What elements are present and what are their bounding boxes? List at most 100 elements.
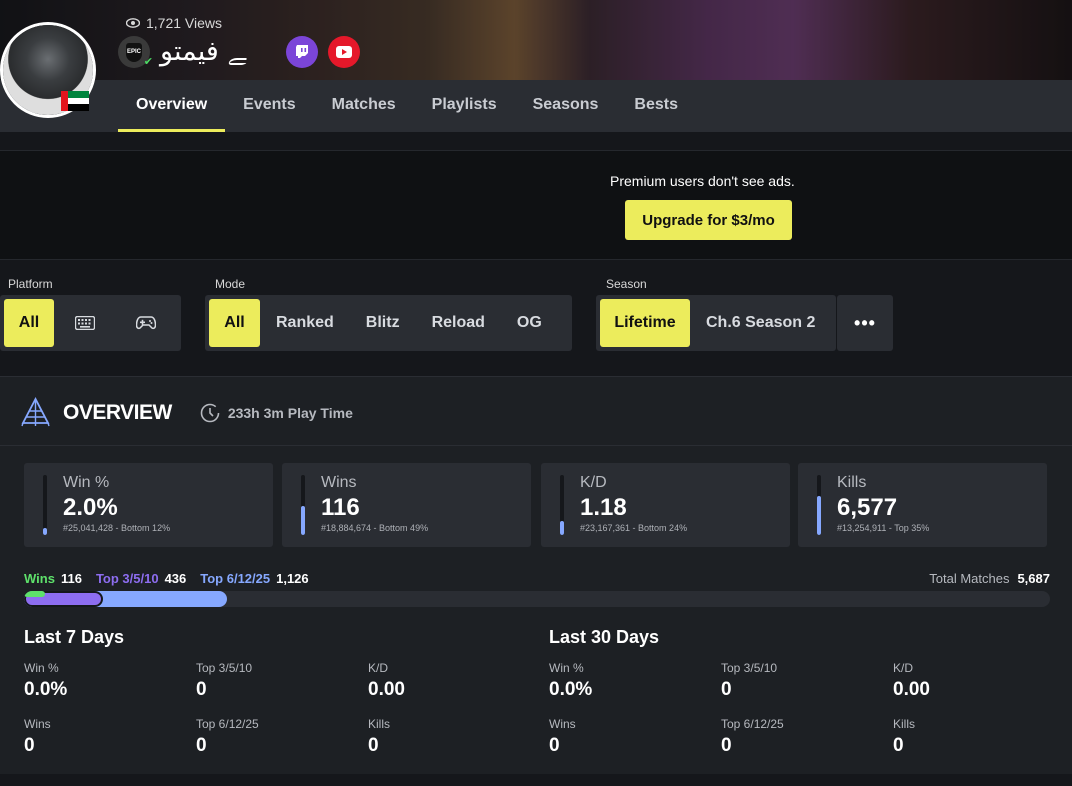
- period-stat: Win % 0.0%: [549, 661, 592, 701]
- stat-level-bar: [301, 475, 305, 535]
- stat-card: Win % 2.0% #25,041,428 - Bottom 12%: [24, 463, 273, 547]
- period-stat-label: Wins: [24, 717, 51, 731]
- period-stat: Wins 0: [24, 717, 51, 757]
- epic-games-icon[interactable]: EPIC ✔: [118, 36, 153, 68]
- tab-seasons[interactable]: Seasons: [515, 80, 617, 132]
- period-stat: Wins 0: [549, 717, 576, 757]
- mode-ranked-button[interactable]: Ranked: [260, 299, 350, 347]
- stat-rank: #23,167,361 - Bottom 24%: [580, 523, 688, 533]
- season-lifetime-button[interactable]: Lifetime: [600, 299, 690, 347]
- period-stat-value: 0: [196, 735, 207, 756]
- platform-filter: All: [0, 295, 181, 351]
- uae-flag: [61, 91, 89, 112]
- keyboard-icon[interactable]: [54, 299, 116, 347]
- period-stat-value: 0: [549, 735, 560, 756]
- platform-label: Platform: [8, 277, 53, 291]
- tab-events[interactable]: Events: [225, 80, 313, 132]
- period-stat-value: 0: [24, 735, 35, 756]
- mode-filter: All Ranked Blitz Reload OG: [205, 295, 572, 351]
- period-stat-value: 0: [196, 679, 207, 700]
- period-stat-label: Top 6/12/25: [721, 717, 784, 731]
- period-stat-label: Wins: [549, 717, 576, 731]
- period-stat: K/D 0.00: [893, 661, 930, 701]
- tab-playlists[interactable]: Playlists: [414, 80, 515, 132]
- progress-legend: Wins 116 Top 3/5/10 436 Top 6/12/25 1,12…: [24, 571, 309, 586]
- ad-text: Premium users don't see ads.: [610, 173, 795, 189]
- check-icon: ✔: [143, 56, 153, 68]
- views-count: 1,721 Views: [126, 15, 222, 31]
- stat-value: 6,577: [837, 494, 898, 521]
- views-text: 1,721 Views: [146, 15, 223, 31]
- gamepad-icon[interactable]: [116, 299, 178, 347]
- top2-legend-label: Top 6/12/25: [200, 571, 271, 586]
- period-stat-label: Kills: [893, 717, 916, 731]
- stat-rank: #18,884,674 - Bottom 49%: [321, 523, 429, 533]
- overview-title: OVERVIEW: [63, 400, 172, 424]
- overview-section: OVERVIEW 233h 3m Play Time Win % 2.0% #25,…: [0, 376, 1072, 774]
- period-stat-value: 0: [893, 735, 904, 756]
- stat-level-bar: [560, 475, 564, 535]
- period-stat-value: 0.0%: [24, 679, 68, 700]
- stat-level-fill: [43, 527, 47, 535]
- season-ch6s2-button[interactable]: Ch.6 Season 2: [690, 299, 831, 347]
- top2-legend-value: 1,126: [276, 571, 309, 586]
- period-stat-value: 0.00: [893, 679, 930, 700]
- period-stat: Top 6/12/25 0: [721, 717, 784, 757]
- period-title: Last 7 Days: [24, 627, 125, 647]
- period-stat-label: Top 6/12/25: [196, 717, 259, 731]
- total-matches-label: Total Matches: [929, 571, 1010, 586]
- period-stat: K/D 0.00: [368, 661, 405, 701]
- stat-level-fill: [301, 505, 305, 535]
- stat-label: K/D: [580, 474, 607, 491]
- tab-bests[interactable]: Bests: [616, 80, 696, 132]
- youtube-icon[interactable]: [328, 36, 361, 68]
- period-stat-label: K/D: [368, 661, 389, 675]
- period-stat-label: Win %: [549, 661, 584, 675]
- stat-value: 116: [321, 494, 360, 521]
- period-stat: Top 6/12/25 0: [196, 717, 259, 757]
- upgrade-button[interactable]: Upgrade for $3/mo: [625, 200, 792, 240]
- stat-level-bar: [43, 475, 47, 535]
- mode-reload-button[interactable]: Reload: [416, 299, 501, 347]
- platform-all-button[interactable]: All: [4, 299, 54, 347]
- stat-label: Kills: [837, 474, 867, 491]
- season-filter: Lifetime Ch.6 Season 2: [596, 295, 836, 351]
- stat-rank: #25,041,428 - Bottom 12%: [63, 523, 171, 533]
- period-stat: Top 3/5/10 0: [721, 661, 777, 701]
- stat-card: Kills 6,577 #13,254,911 - Top 35%: [798, 463, 1047, 547]
- stat-value: 2.0%: [63, 494, 118, 521]
- mode-all-button[interactable]: All: [209, 299, 260, 347]
- period-title: Last 30 Days: [549, 627, 660, 647]
- tab-overview[interactable]: Overview: [118, 80, 226, 132]
- playtime: 233h 3m Play Time: [200, 403, 353, 423]
- pyramid-icon: [21, 397, 50, 427]
- period-stat-label: Kills: [368, 717, 391, 731]
- wins-progress-segment: [24, 591, 45, 597]
- mode-blitz-button[interactable]: Blitz: [350, 299, 416, 347]
- stat-card: K/D 1.18 #23,167,361 - Bottom 24%: [541, 463, 790, 547]
- tab-matches[interactable]: Matches: [314, 80, 414, 132]
- period-stat-label: K/D: [893, 661, 914, 675]
- stat-level-fill: [560, 520, 564, 535]
- period-stat: Top 3/5/10 0: [196, 661, 252, 701]
- period-stat-label: Top 3/5/10: [196, 661, 253, 675]
- season-more-button[interactable]: •••: [837, 295, 893, 351]
- ad-banner: Premium users don't see ads. Upgrade for…: [0, 150, 1072, 260]
- playtime-text: 233h 3m Play Time: [227, 404, 353, 421]
- mode-og-button[interactable]: OG: [501, 299, 558, 347]
- period-stat: Kills 0: [368, 717, 390, 757]
- profile-nav: Overview Events Matches Playlists Seasons Bes…: [0, 80, 1072, 132]
- total-matches-value: 5,687: [1017, 571, 1050, 586]
- twitch-icon[interactable]: [286, 36, 319, 68]
- stat-rank: #13,254,911 - Top 35%: [837, 523, 930, 533]
- top1-legend-label: Top 3/5/10: [95, 571, 159, 586]
- mode-label: Mode: [215, 277, 246, 291]
- period-stat-label: Win %: [24, 661, 59, 675]
- period-stat-value: 0: [721, 679, 732, 700]
- period-stat: Win % 0.0%: [24, 661, 67, 701]
- eye-icon: [126, 18, 140, 28]
- clock-icon: [200, 403, 220, 422]
- placement-progress-bar: [24, 591, 1050, 607]
- stat-label: Wins: [321, 474, 357, 491]
- wins-legend-value: 116: [60, 571, 82, 586]
